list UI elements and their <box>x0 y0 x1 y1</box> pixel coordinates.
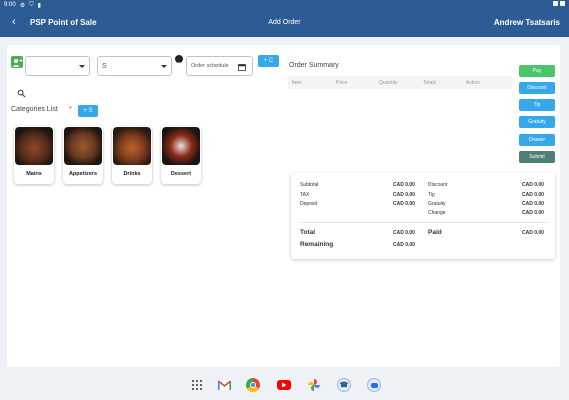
category-image <box>64 127 102 165</box>
gratuity-value: CAD 0.00 <box>522 201 544 207</box>
chevron-down-icon <box>161 65 167 68</box>
tax-label: TAX <box>300 192 310 198</box>
category-card-dessert[interactable]: Dessert <box>161 126 201 184</box>
search-icon[interactable] <box>17 89 26 98</box>
category-label: Mains <box>26 171 42 177</box>
drawer-button[interactable]: Drawer <box>519 134 555 146</box>
add-category-button[interactable]: + S <box>78 105 98 117</box>
photos-icon[interactable] <box>307 378 321 392</box>
category-image <box>15 127 53 165</box>
wifi-icon <box>553 1 558 6</box>
category-image <box>162 127 200 165</box>
user-name[interactable]: Andrew Tsatsaris <box>494 18 560 27</box>
discount-button[interactable]: Discount <box>519 82 555 94</box>
change-label: Change <box>428 210 446 216</box>
totals-panel: Subtotal CAD 0.00 TAX CAD 0.00 Deposit C… <box>291 173 555 259</box>
required-mark: * <box>69 106 72 113</box>
column-header: Item <box>292 80 302 86</box>
gratuity-label: Gratuity <box>428 201 446 207</box>
status-time: 9:00 <box>4 2 16 8</box>
tax-value: CAD 0.00 <box>393 192 415 198</box>
tip-label: Tip <box>428 192 435 198</box>
column-header: Totals <box>423 80 437 86</box>
calendar-icon[interactable] <box>238 63 246 71</box>
submit-button[interactable]: Submit <box>519 151 555 163</box>
deposit-label: Deposit <box>300 201 317 207</box>
column-header: Price <box>336 80 348 86</box>
paid-value: CAD 0.00 <box>522 230 544 236</box>
category-image <box>113 127 151 165</box>
apps-grid-icon[interactable] <box>190 378 204 392</box>
youtube-icon[interactable] <box>277 380 291 390</box>
table-select[interactable]: S <box>97 56 172 76</box>
paid-label: Paid <box>428 229 442 236</box>
chevron-down-icon <box>79 65 85 68</box>
discount-value: CAD 0.00 <box>522 182 544 188</box>
app-bar: ‹ PSP Point of Sale Add Order Andrew Tsa… <box>0 10 569 37</box>
category-label: Appetizers <box>68 171 98 177</box>
customer-select[interactable] <box>25 56 90 76</box>
battery-icon <box>560 1 565 6</box>
total-label: Total <box>300 229 316 236</box>
discount-label: Discount <box>428 182 448 188</box>
category-card-appetizers[interactable]: Appetizers <box>63 126 103 184</box>
subtotal-value: CAD 0.00 <box>393 182 415 188</box>
chrome-icon[interactable] <box>246 378 260 392</box>
order-schedule-placeholder: Order schedule <box>191 63 229 69</box>
settings-status-icon: ⚙ <box>19 2 26 9</box>
person-add-icon[interactable] <box>11 56 23 68</box>
column-header: Quantity <box>379 80 398 86</box>
table-select-value: S <box>102 63 107 70</box>
column-header: Action <box>466 80 480 86</box>
system-dock: ☎ <box>0 367 569 400</box>
gmail-icon[interactable] <box>217 378 231 392</box>
categories-label: Categories List <box>11 106 58 113</box>
subtotal-label: Subtotal <box>300 182 319 188</box>
status-bar: 9:00 ⚙ ⛉ ▮ <box>0 0 569 10</box>
screen-title: Add Order <box>268 19 301 26</box>
pay-button[interactable]: Pay <box>519 65 555 77</box>
change-value: CAD 0.00 <box>522 210 544 216</box>
total-value: CAD 0.00 <box>393 230 415 236</box>
add-customer-button[interactable]: + C <box>258 55 279 67</box>
category-card-drinks[interactable]: Drinks <box>112 126 152 184</box>
totals-divider <box>299 222 547 223</box>
category-label: Drinks <box>123 171 141 177</box>
order-summary-title: Order Summary <box>289 62 339 69</box>
deposit-value: CAD 0.00 <box>393 201 415 207</box>
messages-icon[interactable] <box>367 378 381 392</box>
category-card-mains[interactable]: Mains <box>14 126 54 184</box>
shield-status-icon: ⛉ <box>29 1 34 8</box>
remaining-label: Remaining <box>300 241 334 248</box>
order-card: S Order schedule + C Categories List * +… <box>7 45 560 367</box>
clock-icon <box>175 55 183 65</box>
phone-icon[interactable]: ☎ <box>337 378 351 392</box>
sim-status-icon: ▮ <box>37 2 41 9</box>
remaining-value: CAD 0.00 <box>393 242 415 248</box>
category-label: Dessert <box>170 171 192 177</box>
tip-value: CAD 0.00 <box>522 192 544 198</box>
tip-button[interactable]: Tip <box>519 99 555 111</box>
order-schedule-field[interactable]: Order schedule <box>186 56 253 76</box>
gratuity-button[interactable]: Gratuity <box>519 116 555 128</box>
